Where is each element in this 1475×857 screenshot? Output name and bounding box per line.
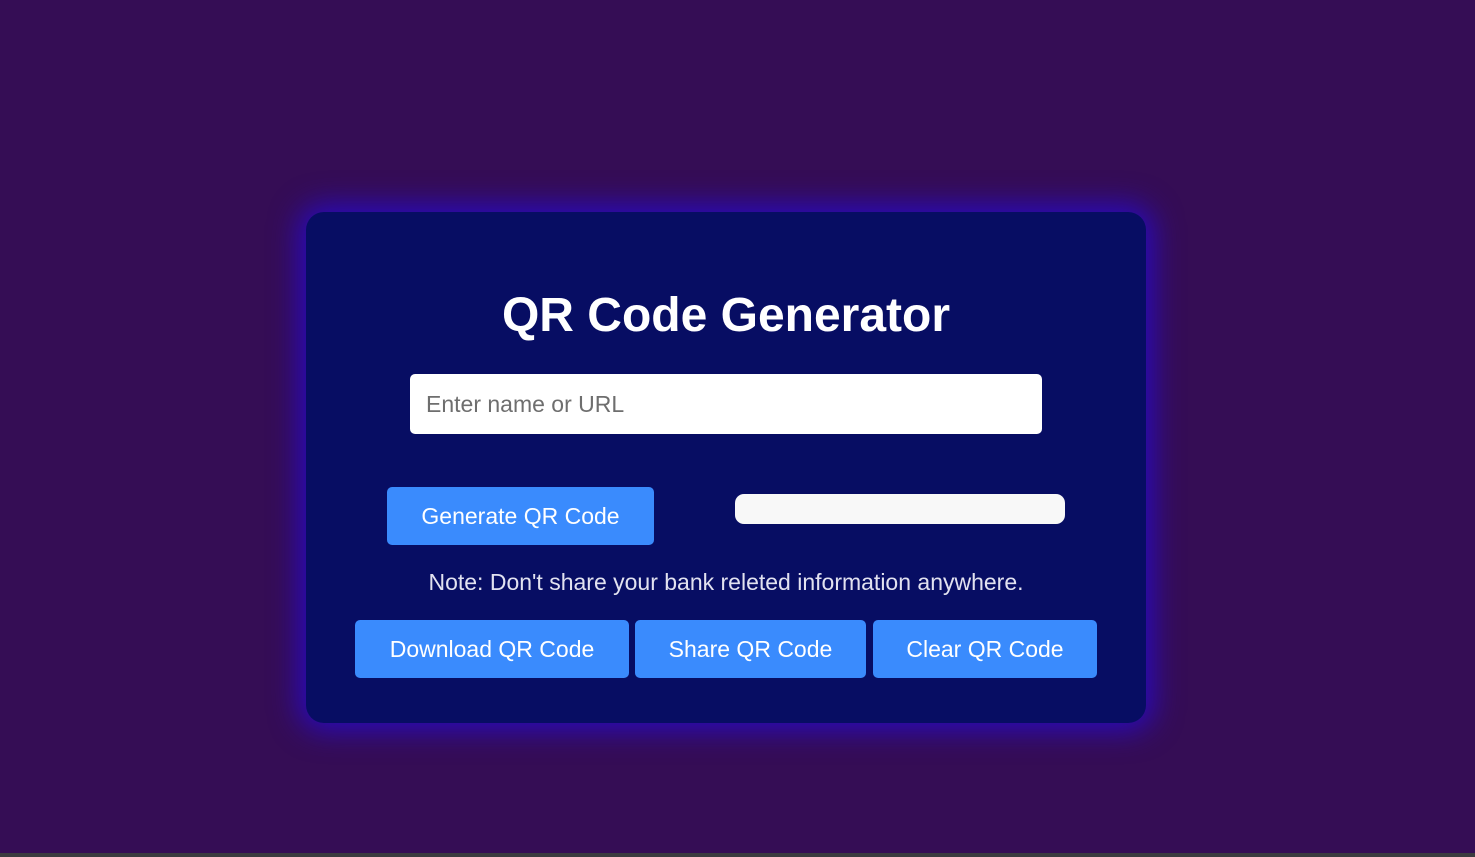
share-qr-button[interactable]: Share QR Code (635, 620, 866, 678)
qr-generator-card: QR Code Generator Generate QR Code Note:… (306, 212, 1146, 723)
qr-code-output (735, 494, 1065, 524)
window-bottom-edge (0, 853, 1475, 857)
download-qr-button[interactable]: Download QR Code (355, 620, 629, 678)
generate-qr-button[interactable]: Generate QR Code (387, 487, 654, 545)
name-or-url-input[interactable] (410, 374, 1042, 434)
security-note: Note: Don't share your bank releted info… (428, 569, 1024, 595)
clear-qr-button[interactable]: Clear QR Code (873, 620, 1097, 678)
page-title: QR Code Generator (501, 289, 951, 342)
